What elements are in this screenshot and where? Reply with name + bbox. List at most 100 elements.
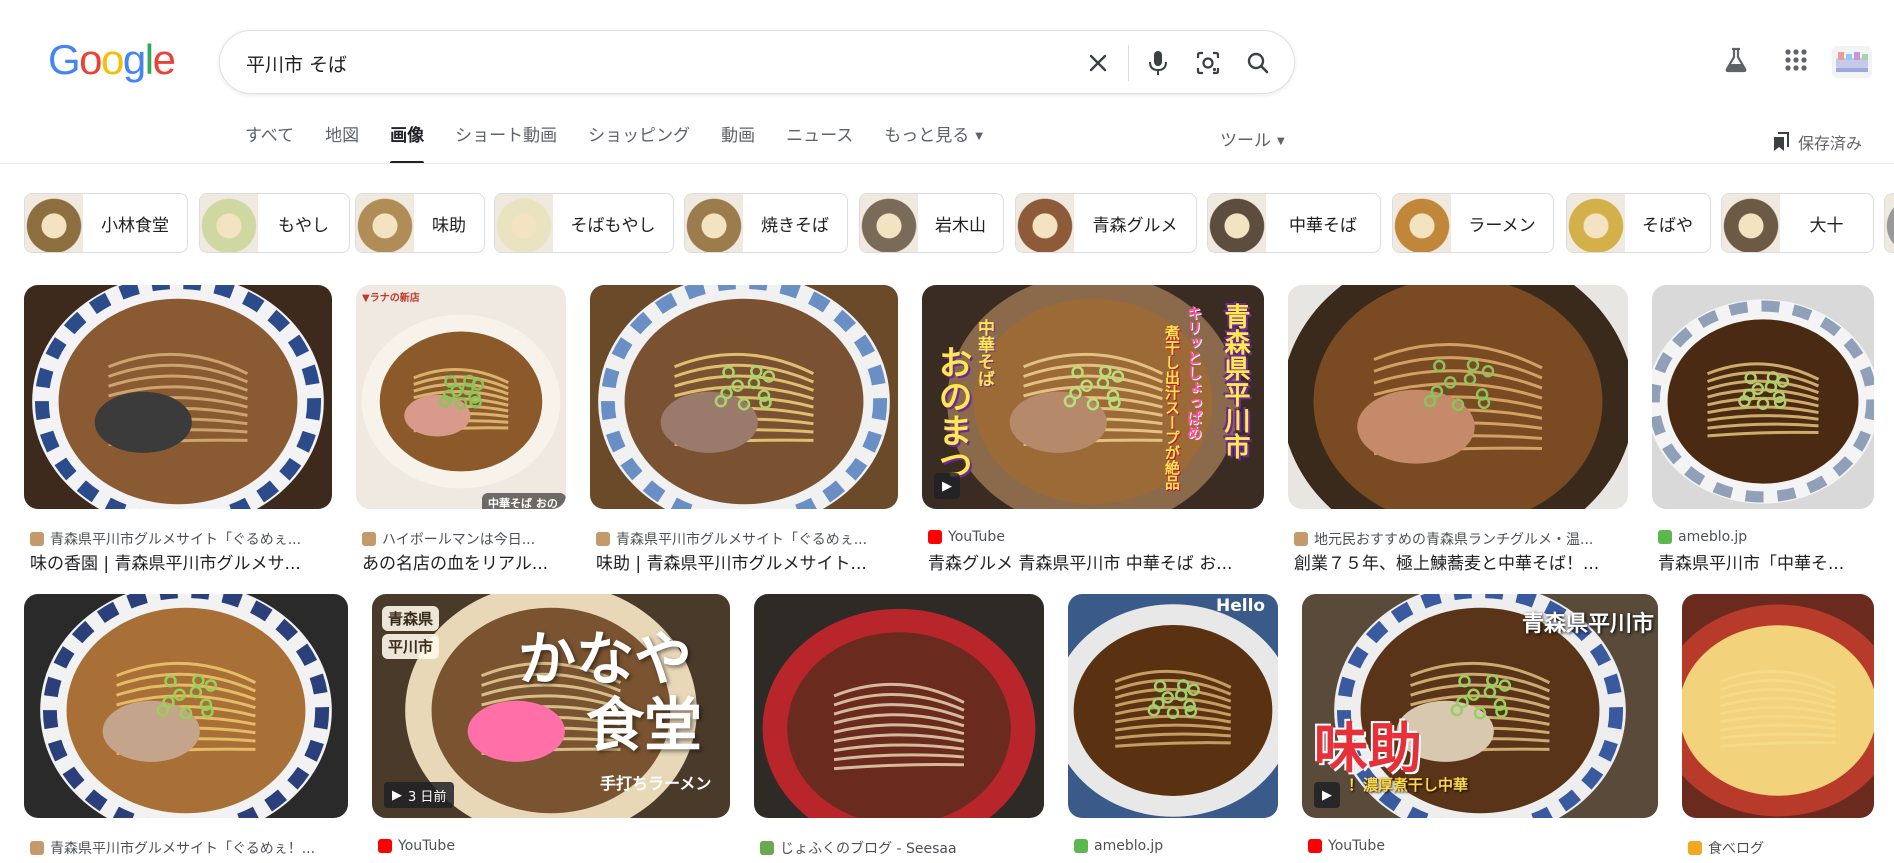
image-result[interactable]: 青森県平川市かなや食堂手打ちラーメン▶3 日前 YouTube 青森グルメ 青森県平…: [372, 594, 730, 863]
image-result[interactable]: ameblo.jp 青森県平川市「中華そ...: [1652, 285, 1874, 574]
result-title[interactable]: 青森県平川市「中華そ...: [1658, 549, 1874, 574]
related-chip[interactable]: 小林食堂: [24, 193, 188, 253]
image-overlay-text: Hello: [1216, 596, 1266, 616]
result-image[interactable]: [590, 285, 898, 509]
result-image[interactable]: [1682, 594, 1874, 818]
result-image[interactable]: ▼ラナの新店中華そば おのま: [356, 285, 566, 509]
source-name: 青森県平川市グルメサイト「ぐるめぇ...: [616, 532, 868, 548]
result-source[interactable]: 地元民おすすめの青森県ランチグルメ・温...: [1294, 529, 1628, 549]
related-chip[interactable]: 大十: [1721, 193, 1874, 253]
tab-maps[interactable]: 地図: [325, 126, 359, 162]
result-image[interactable]: [1288, 285, 1628, 509]
result-source[interactable]: 食べログ: [1688, 838, 1874, 858]
related-chip[interactable]: 焼きそば: [684, 193, 848, 253]
video-badge: ▶: [934, 473, 960, 499]
related-chip[interactable]: ラーメン: [1392, 193, 1554, 253]
source-name: 食べログ: [1708, 841, 1764, 857]
result-source[interactable]: 青森県平川市グルメサイト「ぐるめぇ...: [30, 529, 332, 549]
saved-button[interactable]: 保存済み: [1772, 130, 1862, 154]
result-source[interactable]: YouTube: [1308, 838, 1658, 854]
image-result[interactable]: 食べログ平川市でおすすめの...: [1682, 594, 1874, 863]
image-result[interactable]: 青森県平川市グルメサイト「ぐるめぇ... 味助 | 青森県平川市グルメサイト...: [590, 285, 898, 574]
result-title[interactable]: 青森グルメ 青森県平川市 かなや食堂 - Y...: [378, 858, 730, 863]
result-title[interactable]: 青森県平川市「中華そ...: [1074, 858, 1278, 863]
result-image[interactable]: [24, 594, 348, 818]
close-icon[interactable]: [1082, 47, 1114, 79]
result-image[interactable]: 青森県平川市 味助 ！濃厚煮干し中華 ▶: [1302, 594, 1658, 818]
result-source[interactable]: 青森県平川市グルメサイト「ぐるめぇ！...: [30, 838, 348, 858]
result-source[interactable]: YouTube: [378, 838, 730, 854]
tab-shopping[interactable]: ショッピング: [588, 126, 690, 162]
logo-letter: o: [101, 36, 124, 83]
result-title[interactable]: 味の香園 | 青森県平川市グルメサイ...: [30, 858, 348, 863]
tab-more[interactable]: もっと見る ▼: [884, 126, 983, 162]
chip-label: ラーメン: [1468, 215, 1536, 236]
result-image[interactable]: [754, 594, 1044, 818]
source-name: 地元民おすすめの青森県ランチグルメ・温...: [1314, 532, 1594, 548]
chip-thumbnail: [1885, 194, 1894, 252]
related-chip[interactable]: 中華そば: [1207, 193, 1381, 253]
image-result[interactable]: 青森県平川市 キリッとしょっぱめ 煮干し出汁スープが絶品 中華そば おのまつ ▶ YouTu…: [922, 285, 1264, 574]
related-chip[interactable]: そばや: [1566, 193, 1711, 253]
tab-short-videos[interactable]: ショート動画: [455, 126, 557, 162]
source-name: YouTube: [1328, 838, 1385, 854]
microphone-icon[interactable]: [1142, 47, 1174, 79]
tab-images[interactable]: 画像: [390, 126, 425, 164]
result-title[interactable]: 平川市でおすすめの...: [1688, 858, 1874, 863]
related-chip[interactable]: 岩木山: [859, 193, 1004, 253]
bookmark-icon: [1774, 132, 1789, 151]
search-icon[interactable]: [1242, 47, 1274, 79]
camera-lens-icon[interactable]: [1192, 47, 1224, 79]
result-image[interactable]: 青森県平川市 キリッとしょっぱめ 煮干し出汁スープが絶品 中華そば おのまつ ▶: [922, 285, 1264, 509]
result-title[interactable]: あの名店の血をリアル...: [362, 549, 566, 574]
related-chip[interactable]: そばもやし: [494, 193, 674, 253]
result-image[interactable]: 青森県 平川市 かなや 食堂 手打ちラーメン ▶ 3 日前: [372, 594, 730, 818]
tab-news[interactable]: ニュース: [786, 126, 853, 162]
image-result[interactable]: ▼ラナの新店中華そば おのまハイボールマンは今日...あの名店の血をリアル...: [356, 285, 566, 574]
search-input[interactable]: 平川市 そば: [246, 50, 347, 77]
image-overlay-text: 食堂: [586, 691, 703, 759]
image-result[interactable]: 青森県平川市グルメサイト「ぐるめぇ... 味の香園 | 青森県平川市グルメサ...: [24, 285, 332, 574]
google-logo[interactable]: Google: [48, 36, 176, 84]
result-source[interactable]: ameblo.jp: [1658, 529, 1874, 545]
result-source[interactable]: ハイボールマンは今日...: [362, 529, 566, 549]
related-chip[interactable]: 味助: [355, 193, 485, 253]
related-chip[interactable]: もやし: [199, 193, 350, 253]
image-result[interactable]: Hello ameblo.jp 青森県平川市「中華そ...: [1068, 594, 1278, 863]
result-image[interactable]: Hello: [1068, 594, 1278, 818]
image-overlay-text: 平川市: [382, 634, 440, 659]
flask-icon[interactable]: [1720, 44, 1752, 76]
image-overlay-text: キリッとしょっぱめ: [1185, 305, 1203, 440]
apps-grid-icon[interactable]: [1780, 44, 1812, 76]
search-box[interactable]: 平川市 そば: [219, 30, 1295, 94]
result-title[interactable]: 創業７５年、極上鰊蕎麦と中華そば！...: [1294, 549, 1628, 574]
image-result[interactable]: 地元民おすすめの青森県ランチグルメ・温... 創業７５年、極上鰊蕎麦と中華そば！.…: [1288, 285, 1628, 574]
tab-all[interactable]: すべて: [245, 126, 294, 162]
result-title[interactable]: 味助 | 青森県平川市グルメサイト...: [596, 549, 898, 574]
related-chip[interactable]: 王: [1884, 193, 1894, 253]
logo-letter: o: [79, 36, 102, 83]
result-image[interactable]: [24, 285, 332, 509]
image-result[interactable]: 青森県平川市味助！濃厚煮干し中華 ▶ YouTube 青森グルメ 青森県平川市 味助 …: [1302, 594, 1658, 863]
tab-videos[interactable]: 動画: [721, 126, 755, 162]
result-source[interactable]: じょふくのブログ - Seesaa: [760, 838, 1044, 858]
chip-label: 味助: [432, 215, 466, 236]
result-source[interactable]: YouTube: [928, 529, 1264, 545]
image-result[interactable]: じょふくのブログ - Seesaa平川市 温川山荘 岩木山そば 2...: [754, 594, 1044, 863]
chip-thumbnail: [200, 194, 258, 252]
related-chip[interactable]: 青森グルメ: [1015, 193, 1197, 253]
result-source[interactable]: 青森県平川市グルメサイト「ぐるめぇ...: [596, 529, 898, 549]
tools-button[interactable]: ツール ▼: [1220, 126, 1285, 151]
image-overlay-text: ▼ラナの新店: [362, 293, 420, 304]
result-title[interactable]: 味の香園 | 青森県平川市グルメサ...: [30, 549, 332, 574]
saved-label: 保存済み: [1798, 134, 1863, 153]
image-result[interactable]: 青森県平川市グルメサイト「ぐるめぇ！...味の香園 | 青森県平川市グルメサイ.…: [24, 594, 348, 863]
result-image[interactable]: [1652, 285, 1874, 509]
result-title[interactable]: 平川市 温川山荘 岩木山そば 2...: [760, 858, 1044, 863]
video-badge: ▶ 3 日前: [384, 782, 455, 808]
result-source[interactable]: ameblo.jp: [1074, 838, 1278, 854]
source-name: YouTube: [398, 838, 455, 854]
avatar[interactable]: [1832, 46, 1872, 78]
result-title[interactable]: 青森グルメ 青森県平川市 味助 - YouTube: [1308, 858, 1658, 863]
result-title[interactable]: 青森グルメ 青森県平川市 中華そば お...: [928, 549, 1264, 574]
